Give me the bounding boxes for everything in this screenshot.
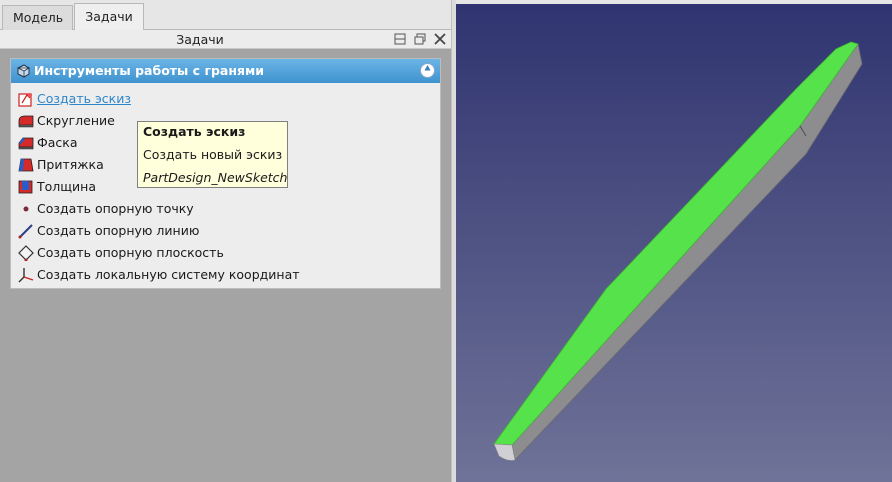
- tab-tasks[interactable]: Задачи: [74, 3, 144, 31]
- item-label: Фаска: [37, 135, 78, 150]
- tab-bar: Модель Задачи: [0, 0, 451, 31]
- tooltip: Создать эскиз Создать новый эскиз PartDe…: [137, 121, 288, 188]
- float-icon[interactable]: [413, 32, 427, 46]
- tooltip-command: PartDesign_NewSketch: [143, 170, 288, 185]
- item-label: Создать опорную плоскость: [37, 245, 224, 260]
- collapse-icon[interactable]: ⯅: [420, 63, 435, 78]
- 3d-view[interactable]: [456, 4, 892, 482]
- box-title: Инструменты работы с гранями: [34, 63, 264, 78]
- left-dock: Модель Задачи Задачи Инструменты работы …: [0, 0, 451, 482]
- local-cs-icon: [18, 268, 34, 283]
- part-body[interactable]: [456, 4, 892, 482]
- dock-toggle-icon[interactable]: [393, 32, 407, 46]
- datum-line-icon: [18, 224, 33, 239]
- item-label: Создать опорную линию: [37, 223, 200, 238]
- part-end-cap: [493, 443, 516, 461]
- selected-face[interactable]: [493, 41, 859, 446]
- datum-plane-icon: [18, 245, 34, 261]
- sketch-icon: [18, 93, 32, 107]
- thickness-icon: [18, 180, 33, 194]
- panel-header: Задачи: [0, 30, 451, 49]
- item-label: Скругление: [37, 113, 115, 128]
- item-label: Создать локальную систему координат: [37, 267, 300, 282]
- datum-point-icon: [23, 206, 29, 212]
- tooltip-title: Создать эскиз: [143, 124, 246, 139]
- fillet-icon: [18, 115, 34, 128]
- chamfer-icon: [18, 137, 34, 150]
- close-icon[interactable]: [433, 32, 447, 46]
- tooltip-description: Создать новый эскиз: [143, 147, 283, 162]
- item-label: Притяжка: [37, 157, 104, 172]
- partdesign-icon: [17, 64, 31, 78]
- box-header[interactable]: Инструменты работы с гранями ⯅: [11, 59, 440, 83]
- item-label: Создать опорную точку: [37, 201, 194, 216]
- item-label: Толщина: [37, 179, 97, 194]
- draft-icon: [18, 158, 34, 172]
- panel-title: Задачи: [176, 32, 224, 47]
- tab-model[interactable]: Модель: [2, 5, 73, 31]
- item-label: Создать эскиз: [37, 91, 132, 106]
